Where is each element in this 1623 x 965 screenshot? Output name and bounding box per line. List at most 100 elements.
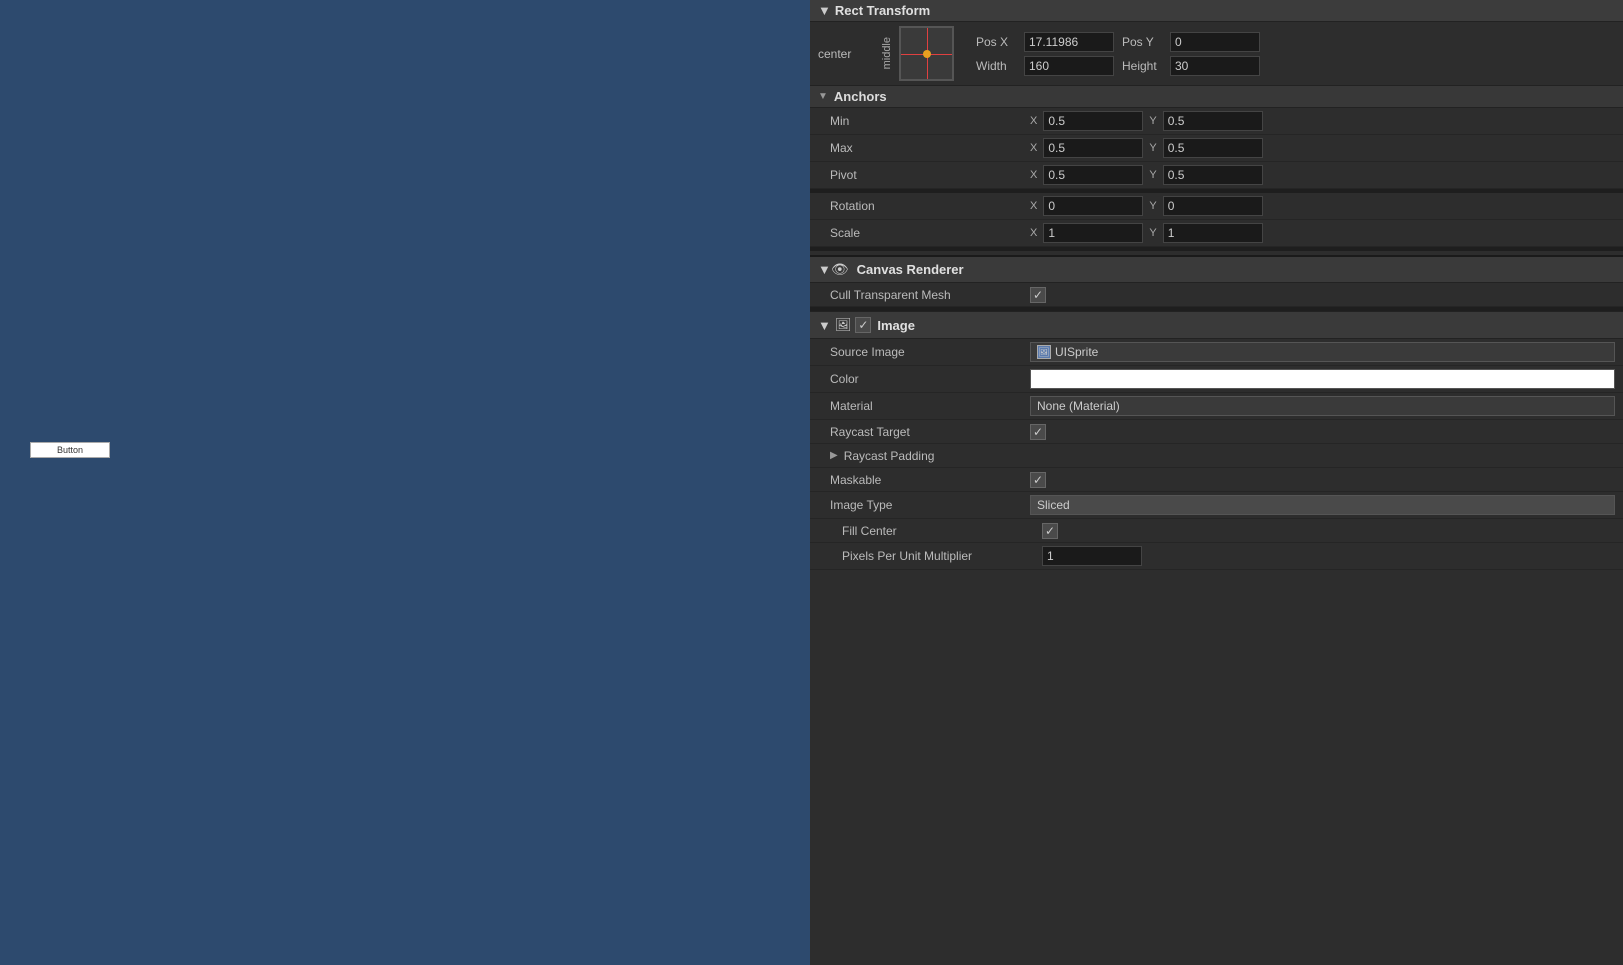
image-section-header: ▼ 🖼 ✓ Image [810, 311, 1623, 339]
pivot-y-label: Y [1149, 169, 1156, 181]
rotation-row: Rotation X Y [810, 193, 1623, 220]
image-collapse-icon[interactable]: ▼ [818, 318, 831, 333]
raycast-padding-row: ▶ Raycast Padding [810, 444, 1623, 468]
material-field[interactable]: None (Material) [1030, 396, 1615, 416]
fill-center-value: ✓ [1042, 523, 1615, 539]
image-type-label: Image Type [830, 498, 1030, 512]
pixels-per-unit-input[interactable] [1042, 546, 1142, 566]
height-input[interactable] [1170, 56, 1260, 76]
anchors-min-y-input[interactable] [1163, 111, 1263, 131]
raycast-target-label: Raycast Target [830, 425, 1030, 439]
scale-x-label: X [1030, 227, 1037, 239]
anchors-max-row: Max X Y [810, 135, 1623, 162]
material-value-text: None (Material) [1037, 399, 1120, 413]
image-type-dropdown[interactable]: Sliced [1030, 495, 1615, 515]
source-image-field[interactable]: 🖼 UISprite [1030, 342, 1615, 362]
raycast-padding-collapse-icon[interactable]: ▶ [830, 450, 838, 461]
fill-center-checkbox[interactable]: ✓ [1042, 523, 1058, 539]
scale-y-input[interactable] [1163, 223, 1263, 243]
image-type-value: Sliced [1030, 495, 1615, 515]
canvas-renderer-eye-icon: 👁 [831, 261, 849, 278]
scene-button-label: Button [57, 445, 83, 455]
rect-transform-anchor-area: center middle Pos X Pos Y [810, 22, 1623, 86]
color-value [1030, 369, 1615, 389]
scene-button-widget: Button [30, 442, 110, 458]
anchors-min-y-label: Y [1149, 115, 1156, 127]
scale-x-input[interactable] [1043, 223, 1143, 243]
anchors-max-y-input[interactable] [1163, 138, 1263, 158]
width-input[interactable] [1024, 56, 1114, 76]
rotation-x-input[interactable] [1043, 196, 1143, 216]
pixels-per-unit-label: Pixels Per Unit Multiplier [842, 549, 1042, 563]
anchors-min-x-input[interactable] [1043, 111, 1143, 131]
cull-transparent-mesh-checkbox[interactable]: ✓ [1030, 287, 1046, 303]
raycast-target-value: ✓ [1030, 424, 1615, 440]
rotation-y-input[interactable] [1163, 196, 1263, 216]
maskable-label: Maskable [830, 473, 1030, 487]
anchors-min-row: Min X Y [810, 108, 1623, 135]
divider-2 [810, 247, 1623, 251]
image-title: Image [877, 318, 915, 333]
scale-label: Scale [830, 226, 1030, 240]
color-field[interactable] [1030, 369, 1615, 389]
image-icon: 🖼 [835, 317, 852, 333]
image-enabled-checkbox[interactable]: ✓ [855, 317, 871, 333]
image-type-value-text: Sliced [1037, 498, 1070, 512]
canvas-renderer-header: ▼ 👁 Canvas Renderer [810, 255, 1623, 283]
maskable-checkbox[interactable]: ✓ [1030, 472, 1046, 488]
rect-transform-collapse-icon[interactable]: ▼ [818, 3, 831, 18]
anchors-min-x-label: X [1030, 115, 1037, 127]
canvas-renderer-title: Canvas Renderer [857, 262, 964, 277]
material-value: None (Material) [1030, 396, 1615, 416]
maskable-value: ✓ [1030, 472, 1615, 488]
sprite-icon: 🖼 [1037, 345, 1051, 359]
rotation-label: Rotation [830, 199, 1030, 213]
anchors-collapse-icon[interactable]: ▼ [818, 91, 828, 102]
anchors-max-x-label: X [1030, 142, 1037, 154]
scale-row: Scale X Y [810, 220, 1623, 247]
rotation-value: X Y [1030, 196, 1615, 216]
pivot-label: Pivot [830, 168, 1030, 182]
pivot-y-input[interactable] [1163, 165, 1263, 185]
rotation-y-label: Y [1149, 200, 1156, 212]
width-label: Width [976, 59, 1016, 73]
color-label: Color [830, 372, 1030, 386]
pos-fields: Pos X Pos Y Width Height [976, 32, 1260, 76]
anchor-widget[interactable] [899, 26, 954, 81]
rotation-x-label: X [1030, 200, 1037, 212]
pivot-row: Pivot X Y [810, 162, 1623, 189]
image-type-row: Image Type Sliced [810, 492, 1623, 519]
canvas-renderer-collapse-icon[interactable]: ▼ [818, 262, 831, 277]
raycast-target-row: Raycast Target ✓ [810, 420, 1623, 444]
pivot-value: X Y [1030, 165, 1615, 185]
pos-x-label: Pos X [976, 35, 1016, 49]
material-label: Material [830, 399, 1030, 413]
anchors-section-label: Anchors [834, 89, 887, 104]
color-row: Color [810, 366, 1623, 393]
anchors-min-label: Min [830, 114, 1030, 128]
pos-x-row: Pos X Pos Y [976, 32, 1260, 52]
cull-transparent-mesh-label: Cull Transparent Mesh [830, 288, 1030, 302]
scene-view: Button [0, 0, 810, 965]
height-label: Height [1122, 59, 1162, 73]
anchor-center-dot [923, 50, 931, 58]
raycast-padding-label: Raycast Padding [844, 449, 935, 463]
anchors-max-label: Max [830, 141, 1030, 155]
pivot-x-input[interactable] [1043, 165, 1143, 185]
raycast-target-checkbox[interactable]: ✓ [1030, 424, 1046, 440]
scale-value: X Y [1030, 223, 1615, 243]
pos-x-input[interactable] [1024, 32, 1114, 52]
anchors-section-header: ▼ Anchors [810, 86, 1623, 108]
cull-transparent-mesh-value: ✓ [1030, 287, 1615, 303]
anchor-preset-label: center [818, 47, 873, 61]
cull-transparent-mesh-row: Cull Transparent Mesh ✓ [810, 283, 1623, 307]
source-image-value-text: UISprite [1055, 345, 1098, 359]
inspector-panel: ▼ Rect Transform center middle Pos X [810, 0, 1623, 965]
sprite-icon-symbol: 🖼 [1038, 347, 1049, 358]
pos-y-label: Pos Y [1122, 35, 1162, 49]
pos-y-input[interactable] [1170, 32, 1260, 52]
anchors-max-x-input[interactable] [1043, 138, 1143, 158]
rect-transform-title: Rect Transform [835, 3, 930, 18]
rect-transform-header: ▼ Rect Transform [810, 0, 1623, 22]
width-height-row: Width Height [976, 56, 1260, 76]
